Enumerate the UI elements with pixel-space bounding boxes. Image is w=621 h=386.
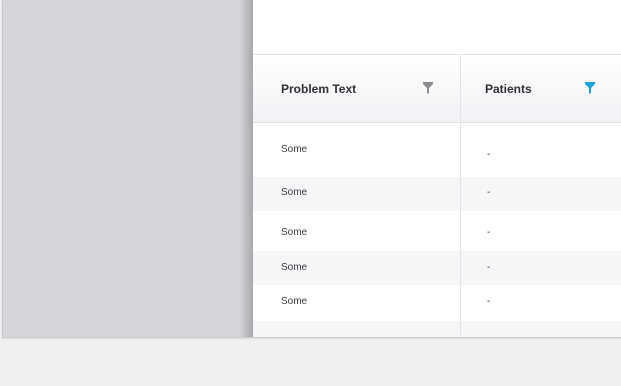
column-header-label: Problem Text [281, 82, 357, 96]
problem-text-cell: Some [281, 144, 308, 155]
problem-text-cell: Some [281, 227, 308, 238]
column-header-patients[interactable]: Patients [461, 55, 621, 122]
table-row[interactable]: Some - [253, 285, 621, 321]
patients-cell: - [487, 149, 491, 160]
patients-cell: - [487, 187, 491, 198]
table-row [253, 321, 621, 337]
problem-text-cell: Some [281, 262, 308, 273]
problem-text-cell: Some [281, 296, 308, 307]
patients-cell: - [487, 227, 491, 238]
table-row[interactable]: Some - [253, 251, 621, 285]
app-frame: Problem Text Patients Some - Some - Some… [2, 0, 621, 338]
column-divider [460, 55, 461, 337]
filter-icon[interactable] [585, 82, 595, 94]
grid-header: Problem Text Patients [253, 55, 621, 123]
table-row[interactable]: Some - [253, 123, 621, 177]
column-header-problem-text[interactable]: Problem Text [253, 55, 460, 122]
column-header-label: Patients [485, 82, 532, 96]
patients-cell: - [487, 296, 491, 307]
table-row[interactable]: Some - [253, 177, 621, 211]
table-row[interactable]: Some - [253, 211, 621, 251]
problem-text-cell: Some [281, 187, 308, 198]
patients-cell: - [487, 262, 491, 273]
problems-grid: Problem Text Patients Some - Some - Some… [253, 54, 621, 337]
left-panel [3, 0, 253, 337]
filter-icon[interactable] [423, 82, 433, 94]
